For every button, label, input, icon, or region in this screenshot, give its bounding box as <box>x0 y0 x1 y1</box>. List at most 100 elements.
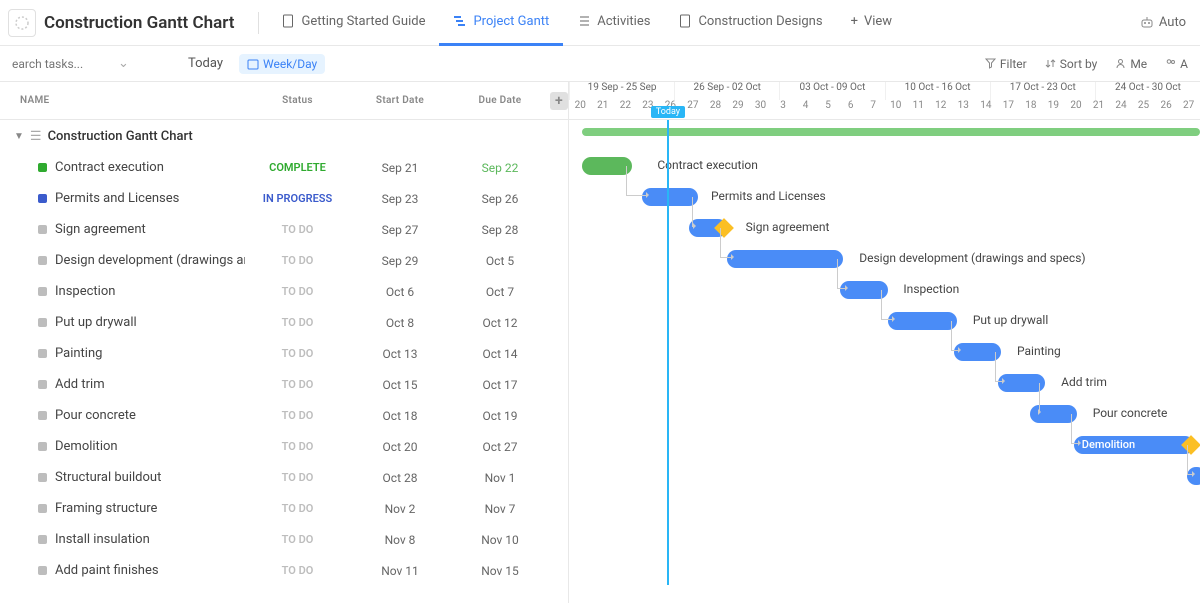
status-cell[interactable]: IN PROGRESS <box>245 192 350 205</box>
task-name-cell[interactable]: Inspection <box>0 284 245 299</box>
status-cell[interactable]: COMPLETE <box>245 161 350 174</box>
chevron-down-icon[interactable]: ⌄ <box>118 56 129 71</box>
filter-button[interactable]: Filter <box>985 57 1027 71</box>
task-row[interactable]: DemolitionTO DOOct 20Oct 27 <box>0 431 568 462</box>
tab-project-gantt[interactable]: Project Gantt <box>439 0 563 46</box>
task-row[interactable]: Framing structureTO DONov 2Nov 7 <box>0 493 568 524</box>
due-date-cell[interactable]: Nov 10 <box>450 533 550 547</box>
gantt-row: Design development (drawings and specs) <box>569 244 1200 275</box>
group-row[interactable]: ▼☰Construction Gantt Chart <box>0 120 568 152</box>
start-date-cell[interactable]: Oct 15 <box>350 378 450 392</box>
status-cell[interactable]: TO DO <box>245 409 350 422</box>
due-date-cell[interactable]: Sep 22 <box>450 161 550 175</box>
start-date-cell[interactable]: Oct 13 <box>350 347 450 361</box>
search-input[interactable] <box>12 57 112 71</box>
task-row[interactable]: Contract executionCOMPLETESep 21Sep 22 <box>0 152 568 183</box>
task-row[interactable]: Design development (drawings an...TO DOS… <box>0 245 568 276</box>
due-date-cell[interactable]: Sep 28 <box>450 223 550 237</box>
start-date-cell[interactable]: Sep 27 <box>350 223 450 237</box>
task-name-cell[interactable]: Pour concrete <box>0 408 245 423</box>
start-date-cell[interactable]: Oct 8 <box>350 316 450 330</box>
summary-bar[interactable] <box>582 128 1200 136</box>
start-date-cell[interactable]: Sep 29 <box>350 254 450 268</box>
due-date-cell[interactable]: Oct 17 <box>450 378 550 392</box>
task-row[interactable]: Add trimTO DOOct 15Oct 17 <box>0 369 568 400</box>
start-date-cell[interactable]: Oct 28 <box>350 471 450 485</box>
gantt-pane[interactable]: 19 Sep - 25 Sep26 Sep - 02 Oct03 Oct - 0… <box>569 82 1200 603</box>
start-date-cell[interactable]: Nov 2 <box>350 502 450 516</box>
task-row[interactable]: Sign agreementTO DOSep 27Sep 28 <box>0 214 568 245</box>
task-row[interactable]: Put up drywallTO DOOct 8Oct 12 <box>0 307 568 338</box>
day-header: 28 <box>704 100 727 120</box>
status-cell[interactable]: TO DO <box>245 564 350 577</box>
due-date-cell[interactable]: Oct 19 <box>450 409 550 423</box>
task-name-cell[interactable]: Painting <box>0 346 245 361</box>
col-status[interactable]: Status <box>245 95 350 106</box>
task-name-cell[interactable]: Contract execution <box>0 160 245 175</box>
task-bar[interactable]: Demolition <box>1074 436 1194 454</box>
due-date-cell[interactable]: Oct 12 <box>450 316 550 330</box>
due-date-cell[interactable]: Oct 14 <box>450 347 550 361</box>
me-button[interactable]: Me <box>1115 57 1147 71</box>
status-cell[interactable]: TO DO <box>245 378 350 391</box>
task-name-cell[interactable]: Framing structure <box>0 501 245 516</box>
task-bar[interactable] <box>888 312 957 330</box>
status-cell[interactable]: TO DO <box>245 533 350 546</box>
status-cell[interactable]: TO DO <box>245 347 350 360</box>
task-row[interactable]: Pour concreteTO DOOct 18Oct 19 <box>0 400 568 431</box>
due-date-cell[interactable]: Oct 7 <box>450 285 550 299</box>
due-date-cell[interactable]: Nov 15 <box>450 564 550 578</box>
due-date-cell[interactable]: Oct 27 <box>450 440 550 454</box>
start-date-cell[interactable]: Nov 11 <box>350 564 450 578</box>
status-cell[interactable]: TO DO <box>245 502 350 515</box>
start-date-cell[interactable]: Oct 18 <box>350 409 450 423</box>
start-date-cell[interactable]: Sep 21 <box>350 161 450 175</box>
start-date-cell[interactable]: Oct 20 <box>350 440 450 454</box>
tab-construction-designs[interactable]: Construction Designs <box>664 0 836 46</box>
sort-button[interactable]: Sort by <box>1045 57 1098 71</box>
task-row[interactable]: Install insulationTO DONov 8Nov 10 <box>0 524 568 555</box>
start-date-cell[interactable]: Oct 6 <box>350 285 450 299</box>
task-name-cell[interactable]: Permits and Licenses <box>0 191 245 206</box>
task-row[interactable]: InspectionTO DOOct 6Oct 7 <box>0 276 568 307</box>
status-cell[interactable]: TO DO <box>245 440 350 453</box>
zoom-weekday-button[interactable]: Week/Day <box>239 54 325 74</box>
task-bar[interactable] <box>727 250 844 268</box>
col-due[interactable]: Due Date <box>450 95 550 106</box>
due-date-cell[interactable]: Oct 5 <box>450 254 550 268</box>
task-name-cell[interactable]: Design development (drawings an... <box>0 253 245 268</box>
task-name-cell[interactable]: Install insulation <box>0 532 245 547</box>
status-cell[interactable]: TO DO <box>245 254 350 267</box>
task-name-cell[interactable]: Add trim <box>0 377 245 392</box>
due-date-cell[interactable]: Sep 26 <box>450 192 550 206</box>
task-name-cell[interactable]: Sign agreement <box>0 222 245 237</box>
status-cell[interactable]: TO DO <box>245 471 350 484</box>
app-logo-button[interactable] <box>8 9 36 37</box>
today-button[interactable]: Today <box>184 54 227 73</box>
col-start[interactable]: Start Date <box>350 95 450 106</box>
tab-label: Getting Started Guide <box>301 14 425 29</box>
add-column-button[interactable]: + <box>550 92 568 110</box>
task-name-cell[interactable]: Add paint finishes <box>0 563 245 578</box>
due-date-cell[interactable]: Nov 7 <box>450 502 550 516</box>
task-row[interactable]: Structural buildoutTO DOOct 28Nov 1 <box>0 462 568 493</box>
task-row[interactable]: Add paint finishesTO DONov 11Nov 15 <box>0 555 568 586</box>
automation-button[interactable]: Auto <box>1133 15 1192 31</box>
task-row[interactable]: Permits and LicensesIN PROGRESSSep 23Sep… <box>0 183 568 214</box>
start-date-cell[interactable]: Sep 23 <box>350 192 450 206</box>
task-row[interactable]: PaintingTO DOOct 13Oct 14 <box>0 338 568 369</box>
due-date-cell[interactable]: Nov 1 <box>450 471 550 485</box>
status-cell[interactable]: TO DO <box>245 223 350 236</box>
status-cell[interactable]: TO DO <box>245 285 350 298</box>
start-date-cell[interactable]: Nov 8 <box>350 533 450 547</box>
status-cell[interactable]: TO DO <box>245 316 350 329</box>
task-name-cell[interactable]: Demolition <box>0 439 245 454</box>
tab-view[interactable]: +View <box>837 0 907 46</box>
col-name[interactable]: NAME <box>0 95 245 106</box>
assignee-button[interactable]: A <box>1165 57 1188 71</box>
task-name-cell[interactable]: Put up drywall <box>0 315 245 330</box>
tab-getting-started-guide[interactable]: Getting Started Guide <box>267 0 439 46</box>
task-bar[interactable] <box>582 157 632 175</box>
tab-activities[interactable]: Activities <box>563 0 664 46</box>
task-name-cell[interactable]: Structural buildout <box>0 470 245 485</box>
